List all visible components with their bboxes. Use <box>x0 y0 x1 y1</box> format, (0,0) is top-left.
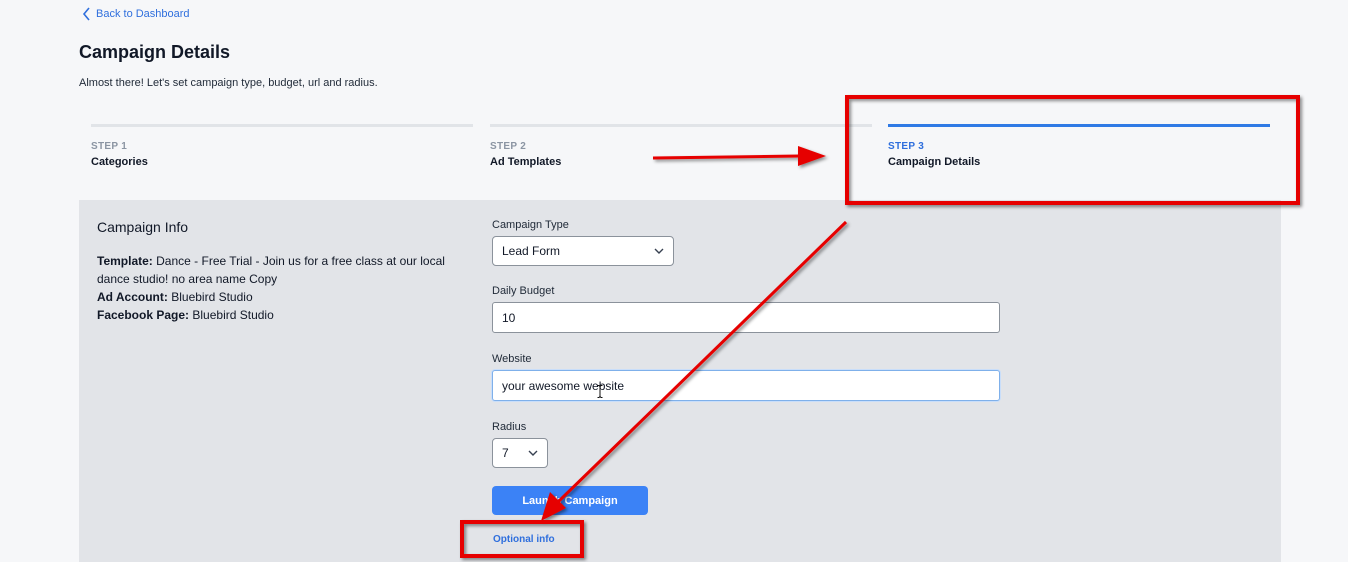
campaign-type-value: Lead Form <box>502 244 561 258</box>
template-label: Template: <box>97 254 153 268</box>
step-name: Ad Templates <box>490 156 562 168</box>
step-number: STEP 3 <box>888 141 925 152</box>
step-categories[interactable]: STEP 1 Categories <box>91 124 473 168</box>
ad-account-value: Bluebird Studio <box>171 290 253 304</box>
text-cursor-icon <box>597 385 603 398</box>
chevron-left-icon <box>82 7 90 21</box>
radius-select[interactable]: 7 <box>492 438 548 468</box>
template-line: Template: Dance - Free Trial - Join us f… <box>97 252 467 288</box>
back-to-dashboard-link[interactable]: Back to Dashboard <box>82 7 190 21</box>
step-name: Categories <box>91 156 148 168</box>
step-ad-templates[interactable]: STEP 2 Ad Templates <box>490 124 872 168</box>
daily-budget-label: Daily Budget <box>492 285 555 297</box>
campaign-info-details: Template: Dance - Free Trial - Join us f… <box>97 252 467 324</box>
facebook-page-value: Bluebird Studio <box>192 308 274 322</box>
step-campaign-details[interactable]: STEP 3 Campaign Details <box>888 124 1270 168</box>
daily-budget-input[interactable] <box>492 302 1000 333</box>
chevron-down-icon <box>528 450 538 456</box>
optional-info-link[interactable]: Optional info <box>493 534 555 545</box>
page-title: Campaign Details <box>79 42 231 62</box>
back-label: Back to Dashboard <box>96 8 190 20</box>
campaign-type-select[interactable]: Lead Form <box>492 236 674 266</box>
campaign-type-label: Campaign Type <box>492 219 569 231</box>
page-subtitle: Almost there! Let's set campaign type, b… <box>79 77 378 89</box>
campaign-info-title: Campaign Info <box>97 219 189 235</box>
radius-value: 7 <box>502 446 509 460</box>
ad-account-label: Ad Account: <box>97 290 168 304</box>
facebook-page-label: Facebook Page: <box>97 308 190 322</box>
radius-label: Radius <box>492 421 527 433</box>
chevron-down-icon <box>654 248 664 254</box>
campaign-panel: Campaign Info Template: Dance - Free Tri… <box>79 200 1281 562</box>
facebook-page-line: Facebook Page: Bluebird Studio <box>97 306 467 324</box>
website-input[interactable] <box>492 370 1000 401</box>
ad-account-line: Ad Account: Bluebird Studio <box>97 288 467 306</box>
step-number: STEP 2 <box>490 141 527 152</box>
step-number: STEP 1 <box>91 141 128 152</box>
website-label: Website <box>492 353 532 365</box>
step-name: Campaign Details <box>888 156 981 168</box>
launch-campaign-button[interactable]: Launch Campaign <box>492 486 648 515</box>
